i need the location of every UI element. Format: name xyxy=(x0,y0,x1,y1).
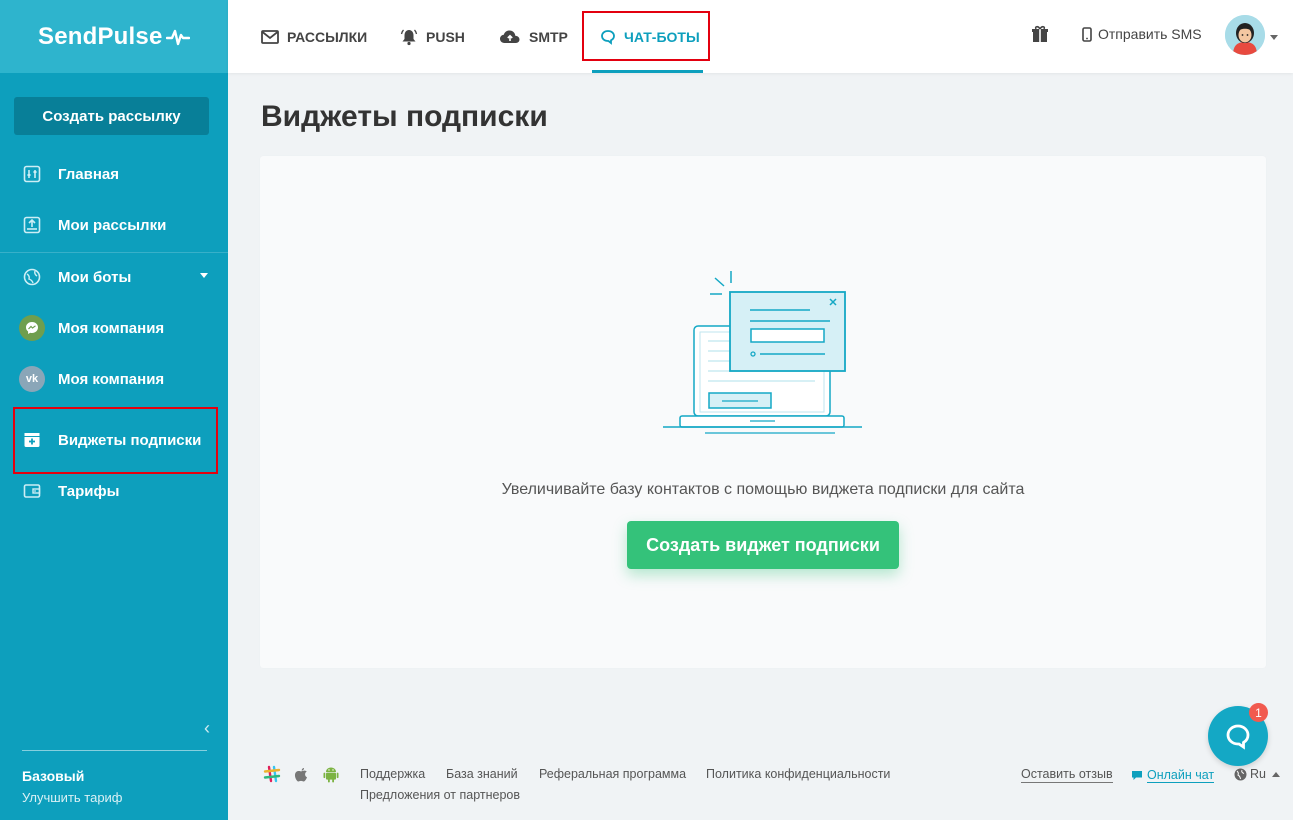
logo-text: SendPulse xyxy=(38,22,163,50)
cloud-upload-icon xyxy=(499,29,521,45)
sidebar-item-label: Тарифы xyxy=(58,482,120,500)
online-chat-link[interactable]: Онлайн чат xyxy=(1131,768,1215,783)
vk-icon: vk xyxy=(19,366,45,392)
tab-push[interactable]: PUSH xyxy=(400,0,465,73)
phone-icon xyxy=(1082,26,1092,42)
laptop-widget-illustration xyxy=(660,266,865,446)
sidebar-item-dashboard[interactable]: Главная xyxy=(0,154,228,194)
tab-label: SMTP xyxy=(529,28,568,45)
chat-bubble-icon xyxy=(1226,724,1250,750)
messenger-icon xyxy=(19,315,45,341)
send-sms-button[interactable]: Отправить SMS xyxy=(1082,26,1202,42)
globe-icon xyxy=(1234,768,1247,780)
footer-link-partners[interactable]: Предложения от партнеров xyxy=(360,788,520,802)
sidebar-item-label: Моя компания xyxy=(58,370,165,388)
notification-badge: 1 xyxy=(1249,703,1268,722)
wallet-icon xyxy=(22,481,42,501)
active-tab-indicator xyxy=(592,70,703,73)
page-title: Виджеты подписки xyxy=(261,100,548,133)
logo[interactable]: SendPulse xyxy=(38,23,190,51)
leave-feedback-link[interactable]: Оставить отзыв xyxy=(1021,767,1113,783)
apple-icon[interactable] xyxy=(293,765,309,788)
tab-campaigns[interactable]: РАССЫЛКИ xyxy=(261,0,367,73)
gift-icon[interactable] xyxy=(1031,24,1049,49)
sidebar-item-company-vk[interactable]: vk Моя компания xyxy=(0,359,228,399)
plan-name: Базовый xyxy=(22,768,85,784)
chat-small-icon xyxy=(1132,771,1142,780)
feedback-label: Оставить отзыв xyxy=(1021,767,1113,783)
sidebar: SendPulse Создать рассылку Главная Мои р… xyxy=(0,0,228,820)
create-campaign-button[interactable]: Создать рассылку xyxy=(14,97,209,135)
sidebar-item-my-bots[interactable]: Мои боты xyxy=(0,257,228,297)
tab-smtp[interactable]: SMTP xyxy=(499,0,568,73)
upgrade-plan-link[interactable]: Улучшить тариф xyxy=(22,790,123,805)
create-widget-button[interactable]: Создать виджет подписки xyxy=(627,521,899,569)
bots-icon xyxy=(22,267,42,287)
footer-link-support[interactable]: Поддержка xyxy=(360,767,425,781)
online-chat-label: Онлайн чат xyxy=(1147,768,1215,783)
campaigns-icon xyxy=(22,215,42,235)
logo-area: SendPulse xyxy=(0,0,228,73)
collapse-sidebar-icon[interactable]: ‹ xyxy=(204,718,210,739)
mail-icon xyxy=(261,29,279,44)
nav-divider xyxy=(0,252,228,253)
sidebar-item-company-messenger[interactable]: Моя компания xyxy=(0,308,228,348)
avatar[interactable] xyxy=(1225,15,1265,55)
android-icon[interactable] xyxy=(322,765,340,788)
sidebar-item-campaigns[interactable]: Мои рассылки xyxy=(0,205,228,245)
sidebar-item-label: Моя компания xyxy=(58,319,165,337)
empty-state-card: Увеличивайте базу контактов с помощью ви… xyxy=(260,156,1266,668)
highlight-box xyxy=(13,407,218,474)
sidebar-item-label: Мои рассылки xyxy=(58,216,167,234)
footer-link-knowledge-base[interactable]: База знаний xyxy=(446,767,518,781)
sidebar-item-label: Главная xyxy=(58,165,120,183)
top-header: РАССЫЛКИ PUSH SMTP ЧАТ-БОТЫ Отправить SM… xyxy=(228,0,1293,73)
empty-state-text: Увеличивайте базу контактов с помощью ви… xyxy=(501,481,1025,498)
highlight-box xyxy=(582,11,710,61)
tab-label: PUSH xyxy=(426,28,465,45)
footer-link-privacy[interactable]: Политика конфиденциальности xyxy=(706,767,890,781)
tab-label: РАССЫЛКИ xyxy=(287,28,368,45)
sidebar-item-label: Мои боты xyxy=(58,268,132,286)
slack-icon[interactable] xyxy=(263,765,281,788)
pulse-icon xyxy=(165,29,190,45)
plan-divider xyxy=(22,750,207,751)
footer-link-referral[interactable]: Реферальная программа xyxy=(539,767,686,781)
language-label: Ru xyxy=(1250,767,1266,781)
chevron-down-icon[interactable] xyxy=(1270,35,1278,40)
chevron-up-icon xyxy=(1271,771,1280,777)
language-selector[interactable]: Ru xyxy=(1234,767,1280,781)
send-sms-label: Отправить SMS xyxy=(1098,26,1202,42)
chevron-down-icon[interactable] xyxy=(200,273,208,278)
dashboard-icon xyxy=(22,164,42,184)
bell-icon xyxy=(400,28,418,46)
sidebar-item-tariffs[interactable]: Тарифы xyxy=(0,471,228,511)
